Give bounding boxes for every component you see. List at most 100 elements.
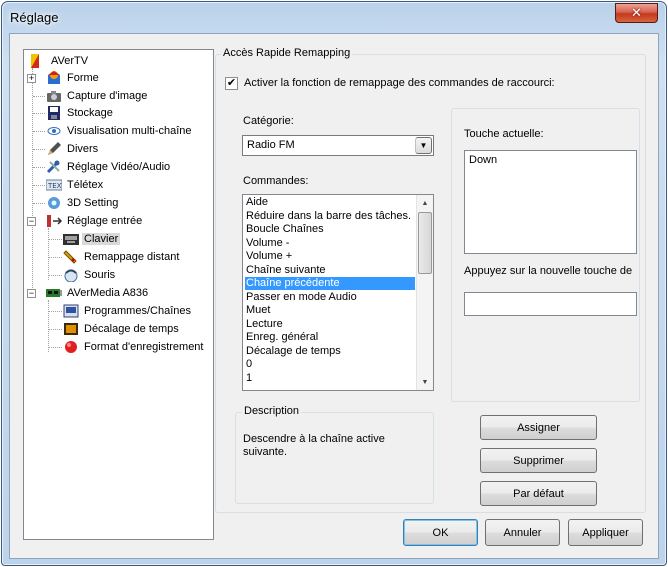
- category-label: Catégorie:: [243, 115, 294, 127]
- input-settings-icon: [46, 214, 63, 228]
- current-key-field[interactable]: Down: [464, 150, 637, 254]
- scroll-thumb[interactable]: [418, 212, 432, 274]
- description-text: Descendre à la chaîne active suivante.: [243, 433, 385, 458]
- new-key-input[interactable]: [464, 292, 637, 316]
- settings-window: Réglage ✕ AVerTV + Forme Capture d'image…: [1, 1, 667, 566]
- current-key-label: Touche actuelle:: [464, 128, 544, 140]
- command-list-item[interactable]: Décalage de temps: [245, 345, 341, 358]
- tree-item-3d-setting[interactable]: 3D Setting: [46, 195, 120, 211]
- teletext-icon: TEXT: [45, 178, 66, 192]
- current-key-value: Down: [469, 154, 498, 166]
- window-title: Réglage: [10, 10, 59, 25]
- category-value: Radio FM: [247, 139, 295, 151]
- delete-button[interactable]: Supprimer: [480, 448, 597, 473]
- scroll-up-button[interactable]: ▲: [417, 195, 433, 211]
- command-list-item[interactable]: Chaîne suivante: [245, 264, 326, 277]
- tree-item-forme[interactable]: Forme: [46, 70, 101, 86]
- tree-item-stockage[interactable]: Stockage: [46, 105, 115, 121]
- command-list-item[interactable]: Volume -: [245, 237, 289, 250]
- tree-item-reglage-entree[interactable]: Réglage entrée: [46, 213, 144, 229]
- tree-item-format[interactable]: Format d'enregistrement: [63, 339, 205, 355]
- tree-item-divers[interactable]: Divers: [46, 141, 100, 157]
- tree-line: [48, 300, 49, 352]
- tree-line: [49, 275, 62, 276]
- tree-line: [49, 239, 62, 240]
- command-list-item[interactable]: Chaîne précédente: [245, 277, 415, 290]
- eye-icon: [46, 124, 62, 138]
- tree-item-souris[interactable]: Souris: [63, 267, 117, 283]
- category-select[interactable]: Radio FM ▼: [242, 135, 434, 156]
- collapse-input-toggle[interactable]: −: [27, 217, 36, 226]
- collapse-tuner-toggle[interactable]: −: [27, 289, 36, 298]
- tree-line: [49, 329, 62, 330]
- tree-line: [48, 228, 49, 280]
- command-list-item[interactable]: Aide: [245, 196, 268, 209]
- chevron-down-icon: ▼: [419, 141, 428, 150]
- tree-item-clavier[interactable]: Clavier: [63, 231, 121, 247]
- tree-item-timeshift[interactable]: Décalage de temps: [63, 321, 181, 337]
- tree-line: [33, 96, 45, 97]
- tree-item-avertv[interactable]: AVerTV: [30, 53, 90, 69]
- tree-item-avermedia[interactable]: AVerMedia A836: [46, 285, 150, 301]
- description-title: Description: [242, 405, 302, 417]
- tree-line: [49, 257, 62, 258]
- tree-item-multichannel[interactable]: Visualisation multi-chaîne: [46, 123, 194, 139]
- tree-item-remappage[interactable]: Remappage distant: [63, 249, 181, 265]
- tree-line: [33, 113, 45, 114]
- tree-line: [49, 311, 62, 312]
- record-icon: [63, 340, 79, 354]
- skin-icon: [46, 71, 62, 85]
- keyboard-icon: [63, 232, 79, 246]
- settings-tree[interactable]: AVerTV + Forme Capture d'image Stockage …: [23, 49, 214, 540]
- tree-line: [33, 185, 45, 186]
- command-list-item[interactable]: Volume +: [245, 250, 292, 263]
- tree-item-teletext[interactable]: TEXT Télétex: [45, 177, 105, 193]
- command-list-item[interactable]: Boucle Chaînes: [245, 223, 324, 236]
- tree-line: [33, 131, 45, 132]
- default-button[interactable]: Par défaut: [480, 481, 597, 506]
- tree-item-video-audio[interactable]: Réglage Vidéo/Audio: [46, 159, 172, 175]
- enable-remap-label: Activer la fonction de remappage des com…: [244, 77, 555, 89]
- tuner-card-icon: [46, 286, 62, 300]
- commands-listbox[interactable]: Aide Réduire dans la barre des tâches. Bou…: [242, 194, 434, 391]
- command-list-item[interactable]: Enreg. général: [245, 331, 318, 344]
- pencil-icon: [46, 142, 62, 156]
- remap-group-title: Accès Rapide Remapping: [221, 47, 353, 59]
- tree-item-programmes[interactable]: Programmes/Chaînes: [63, 303, 193, 319]
- check-icon: ✔: [226, 77, 237, 89]
- tree-line: [33, 149, 45, 150]
- cancel-button[interactable]: Annuler: [485, 519, 560, 546]
- tree-line: [49, 347, 62, 348]
- avertv-icon: [30, 54, 46, 68]
- camera-icon: [46, 89, 62, 103]
- svg-text:TEXT: TEXT: [47, 182, 62, 190]
- arrow-up-icon: ▲: [421, 199, 429, 207]
- tree-line: [32, 68, 33, 294]
- title-bar[interactable]: Réglage ✕: [2, 2, 666, 32]
- dialog-body: AVerTV + Forme Capture d'image Stockage …: [9, 33, 659, 559]
- floppy-disk-icon: [46, 106, 62, 120]
- category-dropdown-button[interactable]: ▼: [415, 137, 432, 154]
- 3d-setting-icon: [46, 196, 62, 210]
- commands-label: Commandes:: [243, 175, 309, 187]
- tree-item-capture[interactable]: Capture d'image: [46, 88, 149, 104]
- close-button[interactable]: ✕: [615, 3, 658, 23]
- command-list-item[interactable]: 0: [245, 358, 252, 371]
- command-list-item[interactable]: Réduire dans la barre des tâches.: [245, 210, 411, 223]
- new-key-label: Appuyez sur la nouvelle touche de: [464, 265, 633, 277]
- command-list-item[interactable]: Lecture: [245, 318, 283, 331]
- apply-button[interactable]: Appliquer: [568, 519, 643, 546]
- command-list-item[interactable]: Muet: [245, 304, 270, 317]
- arrow-down-icon: ▼: [421, 378, 429, 386]
- command-list-item[interactable]: Passer en mode Audio: [245, 291, 357, 304]
- expand-forme-toggle[interactable]: +: [27, 74, 36, 83]
- ok-button[interactable]: OK: [403, 519, 478, 546]
- enable-remap-checkbox[interactable]: ✔: [225, 77, 238, 90]
- commands-scrollbar[interactable]: ▲ ▼: [416, 195, 433, 390]
- channels-icon: [63, 304, 79, 318]
- scroll-down-button[interactable]: ▼: [417, 374, 433, 390]
- command-list-item[interactable]: 1: [245, 372, 252, 385]
- mouse-icon: [63, 268, 79, 283]
- assign-button[interactable]: Assigner: [480, 415, 597, 440]
- close-icon: ✕: [631, 5, 642, 20]
